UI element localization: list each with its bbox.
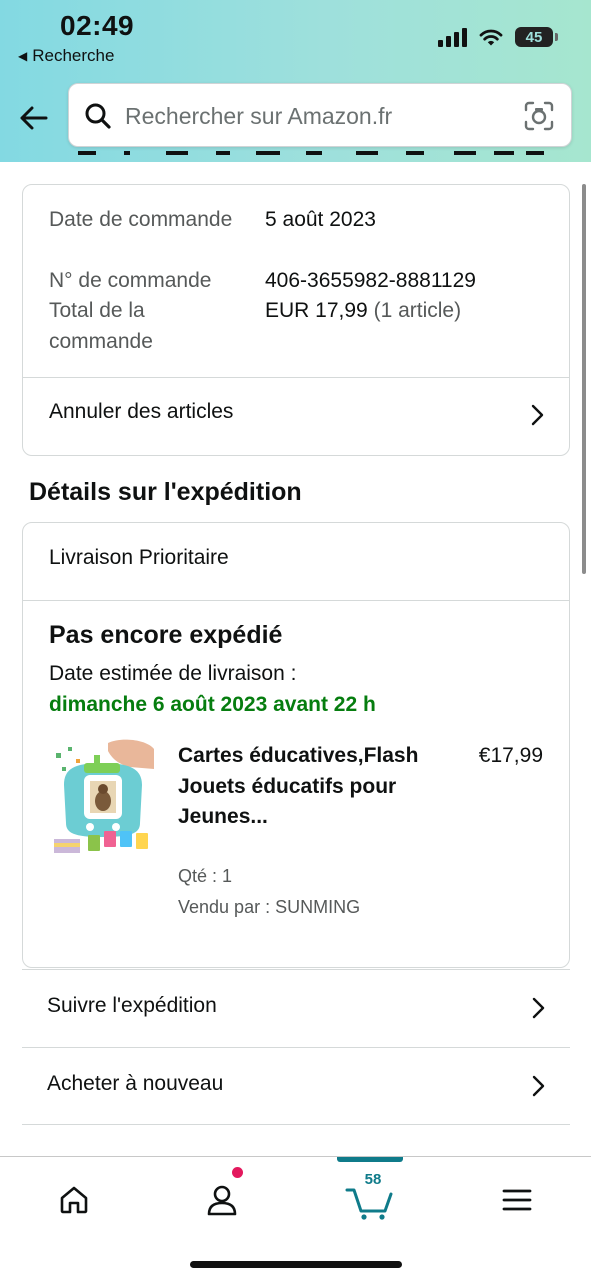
order-total-value: EUR 17,99 (1 article) xyxy=(265,296,461,327)
product-seller: Vendu par : SUNMING xyxy=(178,897,361,917)
product-image[interactable] xyxy=(50,739,156,859)
status-time: 02:49 xyxy=(60,10,135,41)
search-icon xyxy=(85,103,111,129)
search-bar[interactable] xyxy=(68,83,572,147)
buy-again-row[interactable]: Acheter à nouveau xyxy=(22,1047,570,1125)
product-title-link[interactable]: Cartes éducatives,Flash Jouets éducatifs… xyxy=(178,741,428,833)
order-date-label: Date de commande xyxy=(49,208,233,231)
battery-icon: 45 xyxy=(515,27,558,47)
chevron-right-icon xyxy=(531,404,544,426)
wifi-icon xyxy=(479,29,503,46)
order-number-label: N° de commande xyxy=(49,269,212,292)
home-icon xyxy=(60,1186,88,1214)
home-indicator[interactable] xyxy=(190,1261,402,1268)
back-arrow-icon[interactable] xyxy=(16,100,52,136)
buy-again-label: Acheter à nouveau xyxy=(47,1072,224,1095)
order-date-value: 5 août 2023 xyxy=(265,208,376,231)
nav-menu[interactable] xyxy=(487,1175,547,1225)
hamburger-menu-icon xyxy=(502,1189,532,1211)
back-app-label: Recherche xyxy=(32,46,115,65)
app-header: 02:49 ◀ Recherche 45 xyxy=(0,0,591,162)
nav-account[interactable] xyxy=(192,1175,252,1225)
status-icons: 45 xyxy=(438,27,558,47)
order-summary-card: Date de commande 5 août 2023 N° de comma… xyxy=(22,184,570,456)
order-total-items: (1 article) xyxy=(373,299,462,322)
track-shipment-label: Suivre l'expédition xyxy=(47,994,217,1017)
scrolled-off-text xyxy=(70,150,550,162)
chevron-right-icon xyxy=(532,1075,545,1097)
product-price: €17,99 xyxy=(478,744,543,767)
nav-home[interactable] xyxy=(44,1175,104,1225)
shipment-status: Pas encore expédié xyxy=(49,621,283,649)
back-triangle-icon: ◀ xyxy=(18,49,28,63)
bottom-nav: 58 xyxy=(0,1156,591,1280)
track-shipment-row[interactable]: Suivre l'expédition xyxy=(22,969,570,1047)
cancel-items-label: Annuler des articles xyxy=(49,400,234,423)
back-to-app[interactable]: ◀ Recherche xyxy=(18,46,114,66)
search-input[interactable] xyxy=(125,96,505,136)
order-total-amount: EUR 17,99 xyxy=(265,299,368,322)
product-quantity: Qté : 1 xyxy=(178,866,233,886)
shipment-card: Livraison Prioritaire Pas encore expédié… xyxy=(22,522,570,968)
account-icon xyxy=(207,1185,237,1216)
camera-scan-icon[interactable] xyxy=(523,100,555,132)
shipping-method: Livraison Prioritaire xyxy=(49,546,229,569)
estimated-delivery-label: Date estimée de livraison : xyxy=(49,662,297,685)
cart-count-badge: 58 xyxy=(364,1171,382,1188)
scrolled-off-heading xyxy=(29,1140,429,1156)
cart-active-indicator xyxy=(337,1157,403,1162)
order-number-value: 406-3655982-8881129 xyxy=(265,269,476,292)
shipment-section-title: Détails sur l'expédition xyxy=(29,478,302,506)
scrollbar[interactable] xyxy=(582,184,586,574)
estimated-delivery-date: dimanche 6 août 2023 avant 22 h xyxy=(49,693,376,716)
cancel-items-row[interactable]: Annuler des articles xyxy=(23,378,569,456)
divider xyxy=(23,600,569,601)
cellular-signal-icon xyxy=(438,27,467,47)
notification-dot xyxy=(232,1167,243,1178)
order-total-label: Total de la commande xyxy=(49,299,153,353)
chevron-right-icon xyxy=(532,997,545,1019)
